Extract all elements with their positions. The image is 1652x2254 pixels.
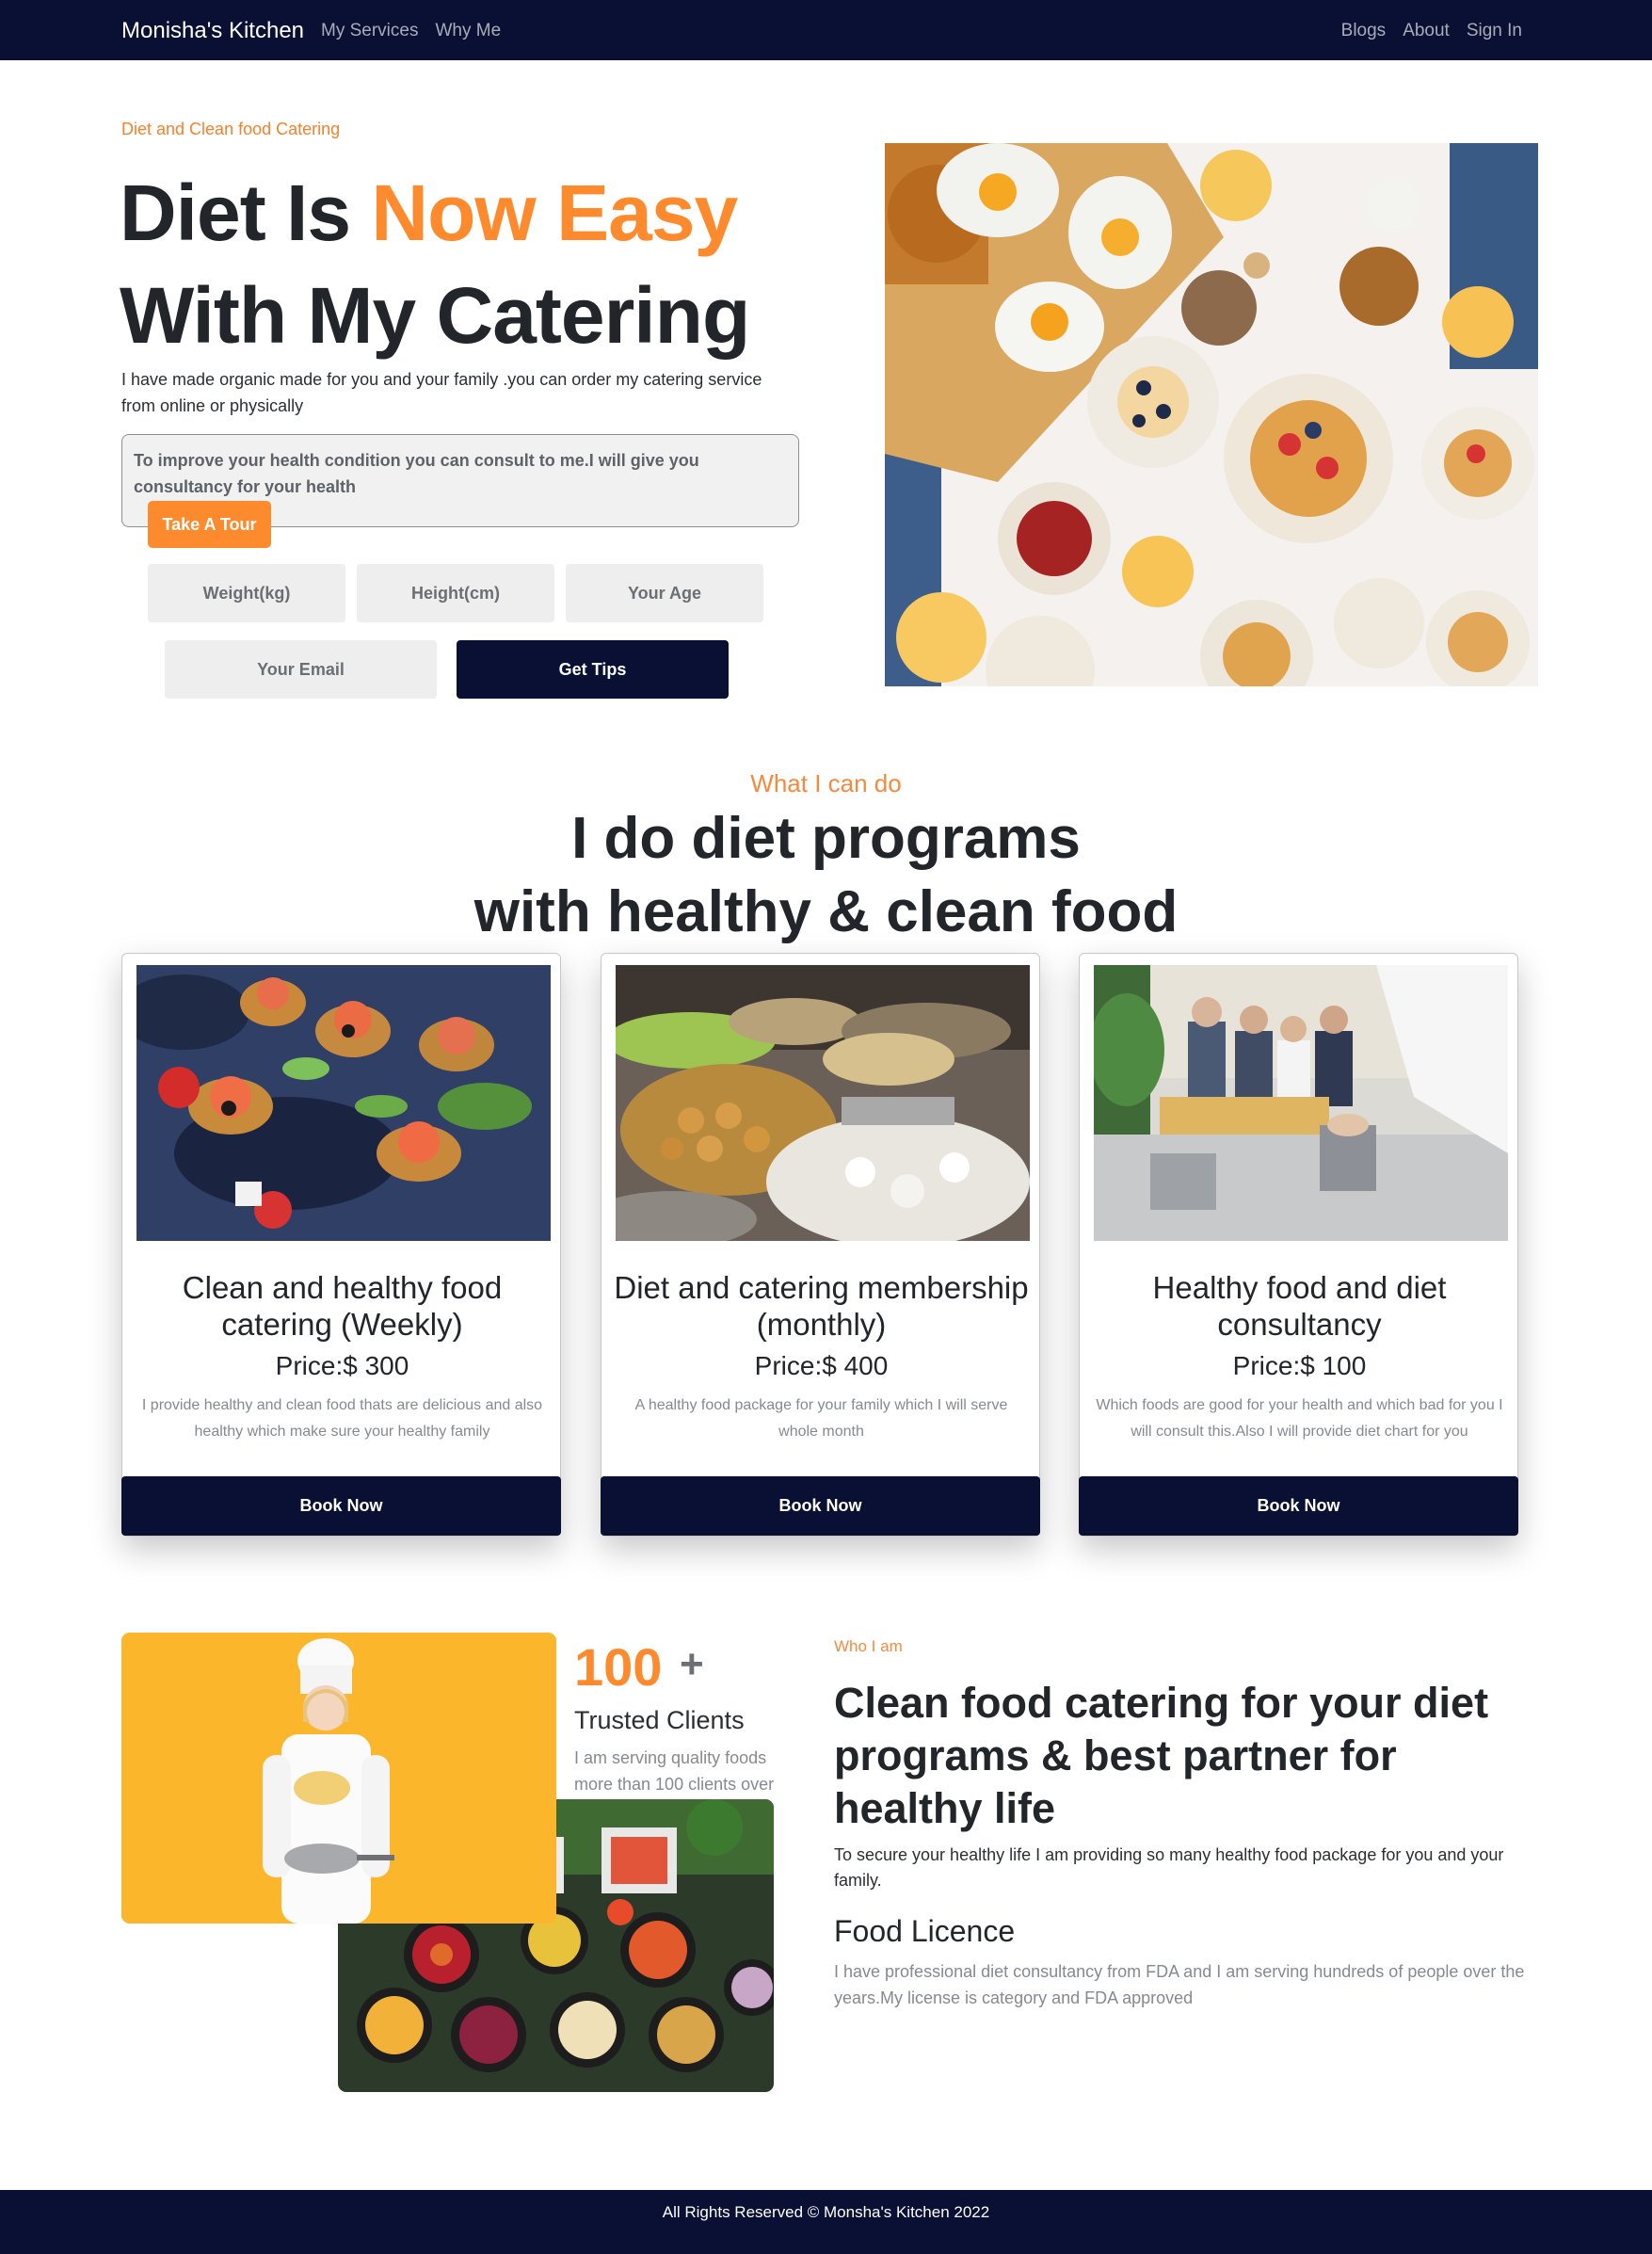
hero-title-part1: Diet Is [120,169,372,257]
service-card-title: Diet and catering membership (monthly) [614,1270,1029,1342]
nav-link-why-me[interactable]: Why Me [435,21,501,41]
footer-copyright: All Rights Reserved © Monsha's Kitchen 2… [662,2203,990,2221]
nav-link-my-services[interactable]: My Services [321,21,418,41]
trusted-clients-description-text: I am serving quality foods more than 100… [574,1748,775,1794]
service-card-price: Price:$ 300 [275,1351,409,1380]
nav-link-sign-in[interactable]: Sign In [1467,21,1522,41]
hero-eyebrow: Diet and Clean food Catering [121,120,341,138]
height-input[interactable]: Height(cm) [357,564,554,622]
get-tips-button[interactable]: Get Tips [457,640,729,699]
service-card-title: Healthy food and diet consultancy [1152,1270,1447,1342]
about-title: Clean food catering for your diet progra… [834,1679,1489,1832]
chef-image [121,1633,556,1924]
service-card-price: Price:$ 400 [754,1351,889,1380]
food-licence-description: I have professional diet consultancy fro… [834,1962,1525,2007]
nav-link-blogs[interactable]: Blogs [1341,21,1387,41]
chefs-kitchen-image [1094,965,1508,1241]
service-card-description: A healthy food package for your family w… [634,1397,1008,1440]
trusted-clients-description: I am serving quality foods more than 100… [574,1745,793,1797]
nav-left-links: My Services Why Me [321,21,501,41]
book-now-button[interactable]: Book Now [1079,1476,1518,1536]
food-licence-title: Food Licence [834,1914,1016,1948]
canapes-image [136,965,551,1241]
about-description: To secure your healthy life I am providi… [834,1845,1504,1890]
buffet-image [616,965,1030,1241]
age-input[interactable]: Your Age [566,564,763,622]
service-card-description: I provide healthy and clean food thats a… [141,1397,543,1440]
hero-title-line2: With My Catering [120,271,750,360]
service-card-title: Clean and healthy food catering (Weekly) [182,1270,503,1342]
trusted-clients-number: 100 [574,1637,663,1697]
footer: All Rights Reserved © Monsha's Kitchen 2… [0,2190,1652,2254]
service-card: Diet and catering membership (monthly) P… [601,953,1040,1537]
book-now-button[interactable]: Book Now [121,1476,561,1536]
service-card: Clean and healthy food catering (Weekly)… [121,953,561,1537]
nav-right-links: Blogs About Sign In [1341,21,1522,41]
services-title: I do diet programs with healthy & clean … [0,802,1652,949]
services-title-line1: I do diet programs [571,806,1081,871]
brand-logo[interactable]: Monisha's Kitchen [121,18,304,44]
email-input[interactable]: Your Email [165,640,437,699]
trusted-clients-label: Trusted Clients [574,1706,745,1734]
about-eyebrow: Who I am [834,1637,903,1655]
book-now-button[interactable]: Book Now [601,1476,1040,1536]
take-a-tour-button[interactable]: Take A Tour [148,501,271,548]
service-card: Healthy food and diet consultancy Price:… [1079,953,1518,1537]
hero-description: I have made organic made for you and you… [121,370,762,415]
hero-title-accent: Now Easy [371,169,738,257]
navbar: Monisha's Kitchen My Services Why Me Blo… [0,0,1652,60]
hero-title: Diet Is Now Easy With My Catering [120,162,750,367]
trusted-clients-plus: + [680,1641,704,1687]
weight-input[interactable]: Weight(kg) [148,564,345,622]
service-card-price: Price:$ 100 [1232,1351,1367,1380]
hero-breakfast-image [885,143,1538,686]
nav-link-about[interactable]: About [1403,21,1450,41]
service-card-description: Which foods are good for your health and… [1096,1397,1503,1440]
services-title-line2: with healthy & clean food [473,879,1179,944]
services-eyebrow: What I can do [750,769,902,797]
